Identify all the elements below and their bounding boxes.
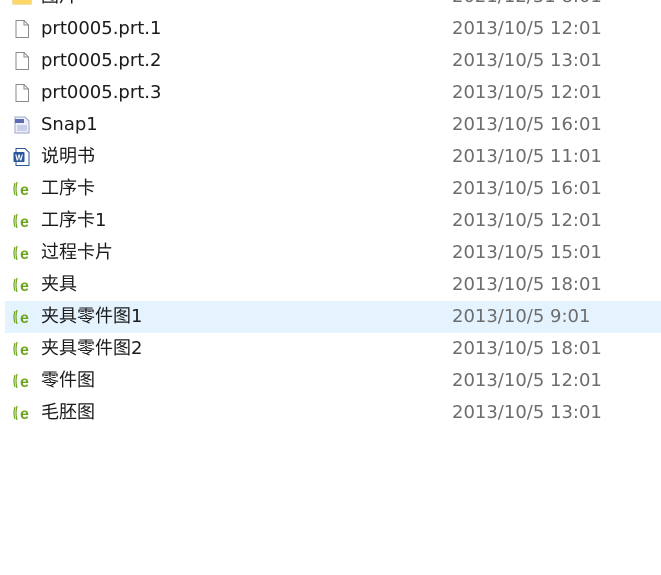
svg-text:e: e [20,310,29,327]
file-name: 夹具零件图1 [41,306,143,327]
file-name: 工序卡1 [41,210,107,231]
file-row[interactable]: e 夹具零件图1 2013/10/5 9:01 [5,301,661,333]
file-row[interactable]: e 夹具零件图2 2013/10/5 18:01 [5,333,661,365]
file-row[interactable]: Snap1 2013/10/5 16:01 [5,109,661,141]
file-row[interactable]: e 工序卡1 2013/10/5 12:01 [5,205,661,237]
file-row[interactable]: prt0005.prt.2 2013/10/5 13:01 [5,45,661,77]
word-document-icon: W [12,147,32,167]
file-name: Snap1 [41,114,98,135]
file-modified-date: 2013/10/5 12:01 [452,210,602,231]
file-name: 零件图 [41,370,95,391]
svg-text:e: e [20,406,29,423]
file-modified-date: 2013/10/5 18:01 [452,274,602,295]
file-row[interactable]: e 夹具 2013/10/5 18:01 [5,269,661,301]
file-row[interactable]: e 过程卡片 2013/10/5 15:01 [5,237,661,269]
html-document-icon: e [12,403,32,423]
file-row[interactable]: prt0005.prt.3 2013/10/5 12:01 [5,77,661,109]
html-document-icon: e [12,179,32,199]
html-document-icon: e [12,275,32,295]
file-name: prt0005.prt.1 [41,18,162,39]
file-row[interactable]: e 零件图 2013/10/5 12:01 [5,365,661,397]
file-name: 毛胚图 [41,402,95,423]
svg-text:e: e [20,278,29,295]
file-modified-date: 2013/10/5 12:01 [452,18,602,39]
file-row[interactable]: e 毛胚图 2013/10/5 13:01 [5,397,661,429]
file-row[interactable]: W 说明书 2013/10/5 11:01 [5,141,661,173]
file-modified-date: 2013/10/5 13:01 [452,402,602,423]
svg-text:e: e [20,182,29,199]
file-modified-date: 2013/10/5 16:01 [452,178,602,199]
file-row[interactable]: e 工序卡 2013/10/5 16:01 [5,173,661,205]
file-row[interactable]: 图片 2021/12/31 8:01 [5,0,661,13]
svg-text:e: e [20,374,29,391]
file-modified-date: 2013/10/5 11:01 [452,146,602,167]
html-document-icon: e [12,307,32,327]
file-name: prt0005.prt.2 [41,50,162,71]
file-modified-date: 2013/10/5 15:01 [452,242,602,263]
file-modified-date: 2013/10/5 9:01 [452,306,591,327]
file-name: 夹具零件图2 [41,338,143,359]
generic-file-icon [12,83,32,103]
file-list: 图片 2021/12/31 8:01 prt0005.prt.1 2013/10/5… [0,0,661,429]
image-file-icon [12,115,32,135]
svg-text:e: e [20,214,29,231]
file-name: 图片 [41,0,77,13]
html-document-icon: e [12,243,32,263]
html-document-icon: e [12,339,32,359]
file-name: 夹具 [41,274,77,295]
html-document-icon: e [12,211,32,231]
folder-icon [12,0,32,7]
file-modified-date: 2013/10/5 12:01 [452,370,602,391]
file-row[interactable]: prt0005.prt.1 2013/10/5 12:01 [5,13,661,45]
html-document-icon: e [12,371,32,391]
generic-file-icon [12,51,32,71]
file-name: prt0005.prt.3 [41,82,162,103]
file-name: 过程卡片 [41,242,113,263]
svg-text:e: e [20,246,29,263]
generic-file-icon [12,19,32,39]
svg-text:e: e [20,342,29,359]
file-name: 工序卡 [41,178,95,199]
file-modified-date: 2013/10/5 13:01 [452,50,602,71]
file-name: 说明书 [41,146,95,167]
file-modified-date: 2013/10/5 16:01 [452,114,602,135]
file-modified-date: 2013/10/5 12:01 [452,82,602,103]
svg-text:W: W [15,153,23,162]
file-modified-date: 2013/10/5 18:01 [452,338,602,359]
file-modified-date: 2021/12/31 8:01 [452,0,602,13]
